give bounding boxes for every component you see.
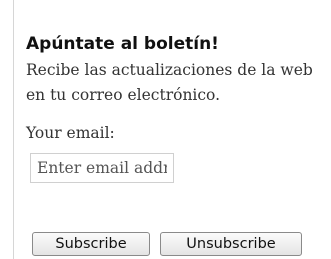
newsletter-description: Recibe las actualizaciones de la web en … bbox=[26, 61, 313, 104]
newsletter-widget: Apúntate al boletín! Recibe las actualiz… bbox=[13, 0, 331, 259]
newsletter-title: Apúntate al boletín! bbox=[26, 34, 219, 54]
email-input[interactable] bbox=[30, 153, 174, 183]
email-label: Your email: bbox=[26, 124, 115, 142]
subscribe-button[interactable]: Subscribe bbox=[32, 232, 150, 256]
unsubscribe-button[interactable]: Unsubscribe bbox=[160, 232, 302, 256]
